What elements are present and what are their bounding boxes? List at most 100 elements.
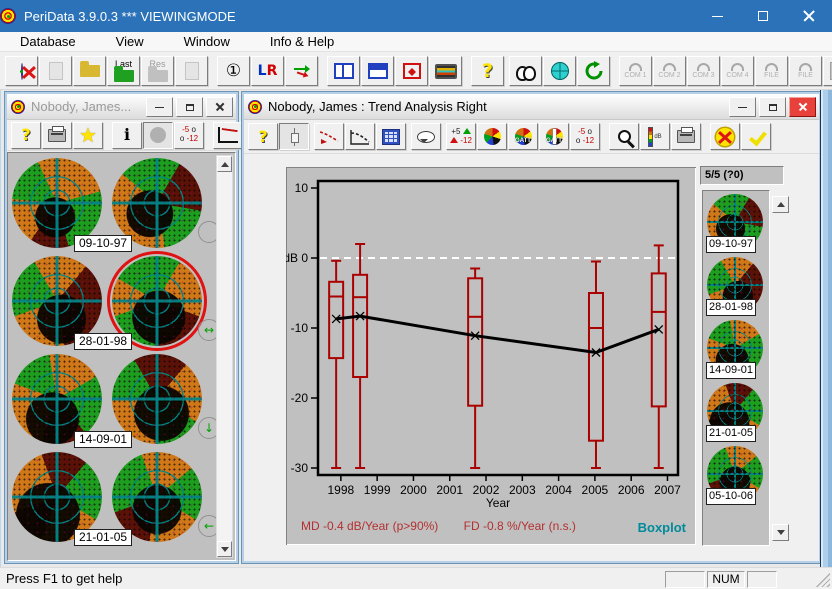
new-exam-button[interactable] — [39, 56, 72, 86]
com1-button[interactable]: COM 1 — [619, 56, 652, 86]
comment-button[interactable] — [411, 123, 441, 150]
svg-text:2003: 2003 — [509, 483, 536, 497]
open-button[interactable] — [73, 56, 106, 86]
trend-minimize-button[interactable] — [729, 97, 756, 117]
gatt-label: GATT — [546, 138, 563, 144]
gatt-button[interactable]: GATT — [508, 123, 538, 150]
overview-values-button[interactable]: -5 o o -12 — [174, 122, 204, 149]
cascade-button[interactable] — [395, 56, 428, 86]
vertical-panes-icon — [334, 63, 354, 79]
color-map-button[interactable] — [477, 123, 507, 150]
menu-window[interactable]: Window — [170, 32, 244, 51]
svg-text:2007: 2007 — [654, 483, 681, 497]
close-button[interactable] — [786, 0, 832, 32]
discard-button[interactable] — [710, 123, 740, 150]
svg-text:2005: 2005 — [582, 483, 609, 497]
svg-text:2000: 2000 — [400, 483, 427, 497]
app-icon — [0, 8, 16, 24]
left-right-button[interactable]: LR — [251, 56, 284, 86]
com3-label: COM 3 — [692, 72, 714, 79]
horizontal-panes-icon — [368, 63, 388, 79]
trend-curve-black-button[interactable] — [345, 123, 375, 150]
list-scroll-down-button[interactable] — [772, 524, 789, 541]
trend-exam-item[interactable]: 21-01-05 — [703, 380, 769, 443]
svg-text:2001: 2001 — [436, 483, 463, 497]
open-last-button[interactable]: Last — [107, 56, 140, 86]
resize-grip[interactable] — [816, 573, 830, 587]
trend-exam-list: 09-10-9728-01-9814-09-0121-01-0505-10-06 — [702, 190, 770, 546]
trend-exam-item[interactable]: 14-09-01 — [703, 317, 769, 380]
import-button[interactable] — [175, 56, 208, 86]
boxplot-mode-button[interactable] — [279, 123, 309, 150]
trend-exam-item[interactable]: 05-10-06 — [703, 443, 769, 506]
color-scale-icon: dB — [648, 127, 661, 147]
close-icon — [803, 10, 815, 22]
overview-favorite-button[interactable]: ★ — [73, 122, 103, 149]
trend-curve-red-button[interactable] — [314, 123, 344, 150]
maximize-button[interactable] — [740, 0, 786, 32]
com3-button[interactable]: COM 3 — [687, 56, 720, 86]
file-transfer-button-2[interactable]: FILE — [789, 56, 822, 86]
overview-grayscale-button[interactable] — [143, 122, 173, 149]
com-port-icon — [697, 63, 710, 71]
tile-vertical-button[interactable] — [327, 56, 360, 86]
com2-label: COM 2 — [658, 72, 680, 79]
menu-info-help[interactable]: Info & Help — [256, 32, 348, 51]
sort-button[interactable] — [285, 56, 318, 86]
trend-close-button[interactable] — [789, 97, 816, 117]
trend-window-title: Nobody, James : Trend Analysis Right — [268, 99, 487, 114]
gatt-cross-button[interactable]: GATT — [539, 123, 569, 150]
web-button[interactable] — [543, 56, 576, 86]
trend-restore-button[interactable] — [759, 97, 786, 117]
minimize-icon — [738, 107, 747, 108]
menu-database[interactable]: Database — [6, 32, 90, 51]
open-results-button[interactable]: Res — [141, 56, 174, 86]
circled-one-icon: ① — [226, 63, 241, 80]
close-database-button[interactable] — [5, 56, 38, 86]
trend-title-bar[interactable]: Nobody, James : Trend Analysis Right — [244, 94, 819, 120]
overview-restore-button[interactable] — [176, 97, 203, 117]
defect-triangles-button[interactable]: +5 -12 — [446, 123, 476, 150]
overview-curve-button[interactable] — [213, 122, 243, 149]
color-scale-button[interactable]: dB — [640, 123, 670, 150]
overview-help-button[interactable]: ? — [11, 122, 41, 149]
trend-help-button[interactable]: ? — [248, 123, 278, 150]
file-transfer-button-1[interactable]: FILE — [755, 56, 788, 86]
value-table-button[interactable] — [376, 123, 406, 150]
refresh-button[interactable] — [577, 56, 610, 86]
svg-text:dB 0: dB 0 — [286, 251, 308, 265]
symbol-values-button[interactable]: -5 o o -12 — [570, 123, 600, 150]
restore-icon — [769, 104, 777, 111]
accept-button[interactable] — [741, 123, 771, 150]
com4-button[interactable]: COM 4 — [721, 56, 754, 86]
menu-view[interactable]: View — [102, 32, 158, 51]
trend-exam-item[interactable]: 28-01-98 — [703, 254, 769, 317]
overview-minimize-button[interactable] — [146, 97, 173, 117]
overview-info-button[interactable]: i — [112, 122, 142, 149]
trend-print-button[interactable] — [671, 123, 701, 150]
overview-title-bar[interactable]: Nobody, James... — [7, 94, 236, 120]
com2-button[interactable]: COM 2 — [653, 56, 686, 86]
list-scroll-up-button[interactable] — [772, 196, 789, 213]
trend-exam-item[interactable]: 09-10-97 — [703, 191, 769, 254]
exam-thumbnail-panel: 09-10-97↔28-01-98↓14-09-01←21-01-05 — [7, 152, 236, 561]
single-exam-button[interactable]: ① — [217, 56, 250, 86]
cascade-icon — [403, 63, 421, 79]
overview-close-button[interactable] — [206, 97, 233, 117]
trend-toolbar: ? — [244, 120, 819, 154]
overview-scrollbar[interactable] — [216, 155, 233, 558]
minimize-button[interactable] — [694, 0, 740, 32]
overview-print-button[interactable] — [42, 122, 72, 149]
file-port-icon — [799, 63, 812, 71]
tile-horizontal-button[interactable] — [361, 56, 394, 86]
zoom-button[interactable] — [609, 123, 639, 150]
globe-icon — [551, 62, 569, 80]
scroll-down-button[interactable] — [217, 541, 232, 557]
scroll-up-button[interactable] — [217, 156, 232, 172]
magnifier-icon — [618, 130, 631, 143]
help-button[interactable]: ? — [471, 56, 504, 86]
screen-setup-button[interactable] — [429, 56, 462, 86]
exam-date-label: 14-09-01 — [74, 431, 132, 448]
symbol-values-icon: -5 o o -12 — [576, 128, 594, 146]
search-button[interactable] — [509, 56, 542, 86]
